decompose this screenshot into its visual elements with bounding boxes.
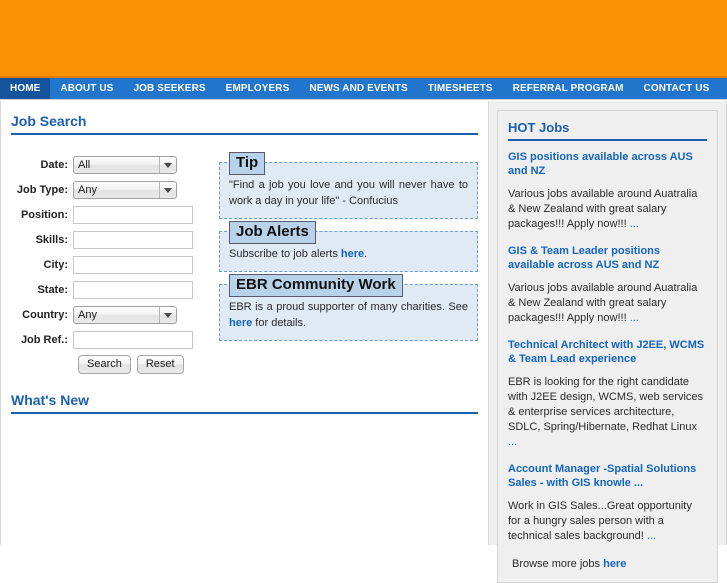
nav-item-label: HOME xyxy=(10,83,41,94)
label-skills: Skills: xyxy=(35,234,68,246)
job-alerts-text-before: Subscribe to job alerts xyxy=(229,248,341,260)
nav-item-job-seekers[interactable]: JOB SEEKERS xyxy=(123,78,215,99)
job-ref-input[interactable] xyxy=(73,331,193,349)
label-job-type: Job Type: xyxy=(16,184,68,196)
label-date: Date: xyxy=(40,159,68,171)
job-alerts-text-after: . xyxy=(364,248,368,260)
label-state: State: xyxy=(37,284,68,296)
form-row-position: Position: xyxy=(11,205,206,225)
job-alerts-box-text: Subscribe to job alerts here. xyxy=(229,246,468,262)
form-button-row: Search Reset xyxy=(11,355,206,374)
reset-button[interactable]: Reset xyxy=(136,355,184,374)
hot-job-title[interactable]: Technical Architect with J2EE, WCMS & Te… xyxy=(508,338,707,366)
main-column: Job Search Date: All Job Type: Any Posit… xyxy=(0,101,489,545)
hot-jobs-panel: HOT Jobs GIS positions available across … xyxy=(497,110,718,583)
form-row-job-type: Job Type: Any xyxy=(11,180,206,200)
ebr-text-after: for details. xyxy=(252,317,307,329)
form-row-city: City: xyxy=(11,255,206,275)
info-boxes: Tip "Find a job you love and you will ne… xyxy=(206,152,478,353)
nav-item-label: TIMESHEETS xyxy=(427,83,493,94)
ebr-community-box-title: EBR Community Work xyxy=(229,274,403,297)
content-area: Job Search Date: All Job Type: Any Posit… xyxy=(0,101,727,583)
nav-item-label: CONTACT US xyxy=(643,83,710,94)
job-search-heading-rule xyxy=(11,133,478,135)
tip-box: Tip "Find a job you love and you will ne… xyxy=(219,152,478,219)
job-alerts-box: Job Alerts Subscribe to job alerts here. xyxy=(219,221,478,272)
ebr-community-box-text: EBR is a proud supporter of many chariti… xyxy=(229,299,468,331)
browse-more-here-link[interactable]: here xyxy=(603,558,626,570)
site-logo-placeholder xyxy=(0,0,727,76)
date-select[interactable]: All xyxy=(73,156,177,174)
hot-job-more-ellipsis[interactable]: ... xyxy=(508,436,517,448)
hot-jobs-heading-rule xyxy=(508,139,707,141)
position-input[interactable] xyxy=(73,206,193,224)
label-country: Country: xyxy=(22,309,68,321)
job-search-heading: Job Search xyxy=(11,113,87,129)
form-row-state: State: xyxy=(11,280,206,300)
job-alerts-box-title: Job Alerts xyxy=(229,221,316,244)
hot-jobs-heading: HOT Jobs xyxy=(508,120,570,135)
site-banner xyxy=(0,0,727,78)
nav-item-home[interactable]: HOME xyxy=(0,78,51,99)
browse-more-jobs: Browse more jobs here xyxy=(512,558,707,570)
nav-item-label: EMPLOYERS xyxy=(225,83,290,94)
nav-item-employers[interactable]: EMPLOYERS xyxy=(216,78,300,99)
nav-item-label: NEWS AND EVENTS xyxy=(309,83,408,94)
nav-item-contact-us[interactable]: CONTACT US xyxy=(634,78,720,99)
label-job-ref: Job Ref.: xyxy=(20,334,68,346)
sidebar-column: HOT Jobs GIS positions available across … xyxy=(489,101,727,583)
nav-item-label: JOB SEEKERS xyxy=(133,83,206,94)
whats-new-heading-rule xyxy=(11,412,478,414)
job-search-form: Date: All Job Type: Any Position: Skills… xyxy=(11,155,206,374)
nav-item-about-us[interactable]: ABOUT US xyxy=(50,78,123,99)
country-select-wrap: Any xyxy=(73,306,177,324)
search-button[interactable]: Search xyxy=(78,355,131,374)
whats-new-body xyxy=(11,420,478,490)
hot-job-description: Various jobs available around Auatralia … xyxy=(508,281,707,326)
hot-job-title[interactable]: GIS & Team Leader positions available ac… xyxy=(508,244,707,272)
form-row-skills: Skills: xyxy=(11,230,206,250)
hot-job-more-ellipsis[interactable]: ... xyxy=(630,312,639,324)
ebr-here-link[interactable]: here xyxy=(229,317,252,329)
job-alerts-here-link[interactable]: here xyxy=(341,248,364,260)
date-select-wrap: All xyxy=(73,156,177,174)
nav-item-label: ABOUT US xyxy=(60,83,114,94)
state-input[interactable] xyxy=(73,281,193,299)
hot-job-title[interactable]: GIS positions available across AUS and N… xyxy=(508,150,707,178)
form-row-country: Country: Any xyxy=(11,305,206,325)
tip-box-text: "Find a job you love and you will never … xyxy=(229,179,468,207)
job-type-select-wrap: Any xyxy=(73,181,177,199)
country-select[interactable]: Any xyxy=(73,306,177,324)
hot-job-description-text: Various jobs available around Auatralia … xyxy=(508,188,698,230)
hot-job-more-ellipsis[interactable]: ... xyxy=(647,530,656,542)
hot-job-description: Various jobs available around Auatralia … xyxy=(508,187,707,232)
ebr-community-box: EBR Community Work EBR is a proud suppor… xyxy=(219,274,478,341)
nav-item-news-and-events[interactable]: NEWS AND EVENTS xyxy=(299,78,417,99)
hot-job-description-text: Various jobs available around Auatralia … xyxy=(508,282,698,324)
label-position: Position: xyxy=(20,209,68,221)
page-root: HOME ABOUT US JOB SEEKERS EMPLOYERS NEWS… xyxy=(0,0,727,583)
main-navigation: HOME ABOUT US JOB SEEKERS EMPLOYERS NEWS… xyxy=(0,78,727,100)
hot-job-description: Work in GIS Sales...Great opportunity fo… xyxy=(508,499,707,544)
nav-item-label: REFERRAL PROGRAM xyxy=(512,83,624,94)
job-type-select[interactable]: Any xyxy=(73,181,177,199)
whats-new-heading: What's New xyxy=(11,392,90,408)
hot-job-more-ellipsis[interactable]: ... xyxy=(630,218,639,230)
skills-input[interactable] xyxy=(73,231,193,249)
hot-job-description-text: Work in GIS Sales...Great opportunity fo… xyxy=(508,500,692,542)
form-row-date: Date: All xyxy=(11,155,206,175)
tip-box-title: Tip xyxy=(229,152,266,175)
ebr-text-before: EBR is a proud supporter of many chariti… xyxy=(229,301,468,313)
label-city: City: xyxy=(43,259,68,271)
hot-job-description-text: EBR is looking for the right candidate w… xyxy=(508,376,704,433)
hot-job-description: EBR is looking for the right candidate w… xyxy=(508,375,707,450)
form-row-job-ref: Job Ref.: xyxy=(11,330,206,350)
hot-job-title[interactable]: Account Manager -Spatial Solutions Sales… xyxy=(508,462,707,490)
city-input[interactable] xyxy=(73,256,193,274)
nav-item-referral-program[interactable]: REFERRAL PROGRAM xyxy=(503,78,634,99)
job-search-section: Date: All Job Type: Any Position: Skills… xyxy=(11,141,478,374)
nav-item-timesheets[interactable]: TIMESHEETS xyxy=(418,78,503,99)
browse-more-text: Browse more jobs xyxy=(512,558,604,570)
